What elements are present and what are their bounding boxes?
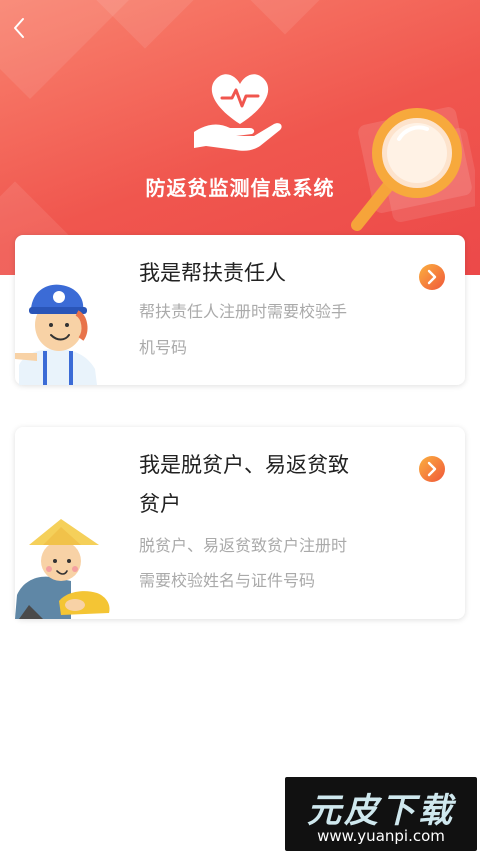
card-description-line: 帮扶责任人注册时需要校验手 [139,302,348,321]
chevron-right-circle-icon[interactable] [418,455,446,483]
poverty-household-card[interactable]: 我是脱贫户、易返贫致 贫户 脱贫户、易返贫致贫户注册时 需要校验姓名与证件号码 [15,427,465,619]
farmer-straw-hat-avatar-icon [15,519,110,619]
card-title-line: 我是脱贫户、易返贫致 [139,453,349,477]
magnifier-icon [351,107,475,231]
chevron-left-icon [14,18,24,38]
card-title: 我是帮扶责任人 [139,261,286,285]
watermark-logo: 元皮下载 www.yuanpi.com [285,777,477,851]
responsible-person-card[interactable]: 我是帮扶责任人 帮扶责任人注册时需要校验手 机号码 [15,235,465,385]
watermark-url: www.yuanpi.com [317,827,445,845]
heart-in-hand-icon [194,74,282,151]
card-title-line: 贫户 [139,492,181,516]
card-description-line: 需要校验姓名与证件号码 [139,571,316,590]
decor-diamond [235,0,335,35]
back-button[interactable] [6,14,34,42]
chevron-right-circle-icon[interactable] [418,263,446,291]
worker-helmet-avatar-icon [15,284,97,385]
card-description-line: 机号码 [139,338,188,357]
card-description-line: 脱贫户、易返贫致贫户注册时 [139,536,348,555]
header-banner: 防返贫监测信息系统 [0,0,480,275]
watermark-brand: 元皮下载 [307,791,455,831]
